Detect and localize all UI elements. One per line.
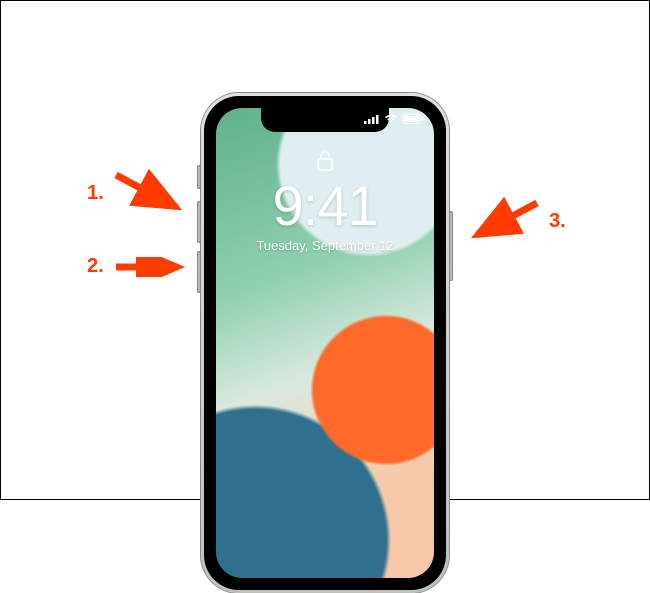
volume-down-button[interactable] xyxy=(197,251,201,293)
callout-3: 3. xyxy=(463,197,566,245)
lock-screen[interactable]: 9:41 Tuesday, September 12 xyxy=(216,108,434,578)
arrow-icon xyxy=(112,257,192,277)
arrow-icon xyxy=(463,197,543,245)
wifi-icon xyxy=(384,114,398,124)
mute-switch[interactable] xyxy=(197,165,201,189)
callout-2: 2. xyxy=(87,255,192,278)
side-power-button[interactable] xyxy=(449,211,453,281)
lock-date: Tuesday, September 12 xyxy=(216,238,434,253)
callout-1: 1. xyxy=(87,169,190,217)
lock-time: 9:41 xyxy=(216,178,434,234)
status-bar xyxy=(364,114,424,124)
arrow-icon xyxy=(110,169,190,217)
lock-screen-content: 9:41 Tuesday, September 12 xyxy=(216,150,434,253)
cellular-signal-icon xyxy=(364,114,380,124)
callout-2-label: 2. xyxy=(87,255,104,278)
phone-device: 9:41 Tuesday, September 12 xyxy=(201,93,449,593)
callout-3-label: 3. xyxy=(549,210,566,233)
volume-up-button[interactable] xyxy=(197,201,201,243)
battery-icon xyxy=(402,114,424,124)
unlock-icon xyxy=(316,150,334,172)
phone-bezel: 9:41 Tuesday, September 12 xyxy=(204,96,446,590)
callout-1-label: 1. xyxy=(87,182,104,205)
